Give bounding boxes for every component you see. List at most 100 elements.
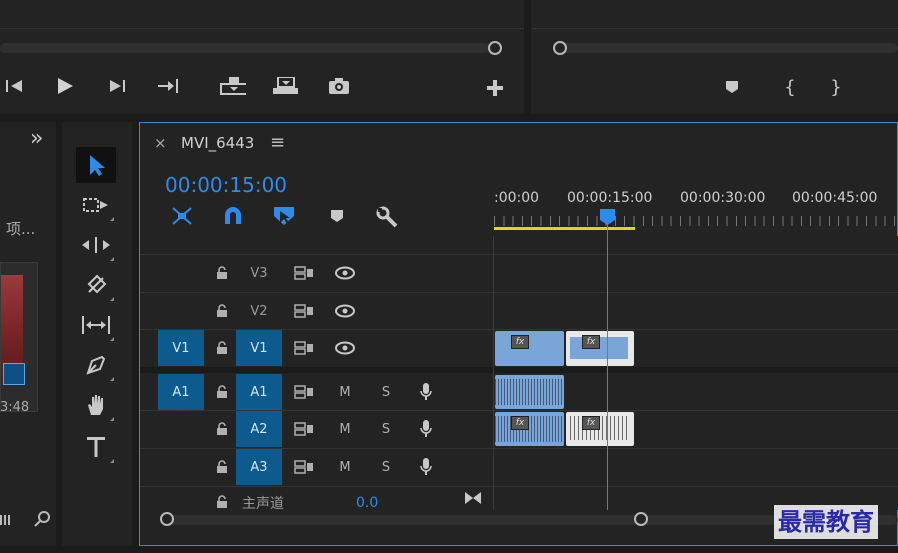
lock-icon[interactable]	[210, 487, 234, 509]
microphone-icon[interactable]	[414, 449, 438, 485]
track-header-master: 主声道 0.0	[140, 487, 494, 509]
eye-icon[interactable]	[333, 255, 357, 291]
add-marker-icon[interactable]	[330, 209, 344, 223]
sync-lock-icon[interactable]	[292, 330, 316, 366]
sequence-badge-icon	[3, 363, 25, 385]
video-clip[interactable]: fx	[495, 331, 564, 366]
playhead-handle[interactable]	[599, 208, 616, 226]
collapse-panel-button[interactable]: »	[30, 128, 43, 150]
lock-icon[interactable]	[210, 330, 234, 366]
source-monitor-panel	[0, 0, 524, 114]
go-to-out-icon[interactable]	[156, 75, 182, 97]
sync-lock-icon[interactable]	[292, 411, 316, 447]
audio-clip[interactable]: fx	[495, 412, 564, 446]
source-scrub-bar[interactable]	[0, 43, 490, 53]
type-tool-icon[interactable]	[76, 429, 116, 465]
search-icon[interactable]	[34, 510, 52, 528]
lock-icon[interactable]	[210, 293, 234, 329]
master-volume-value[interactable]: 0.0	[356, 495, 378, 509]
program-scrub-bar[interactable]	[561, 43, 898, 53]
playhead-line	[607, 224, 608, 510]
sync-lock-icon[interactable]	[292, 449, 316, 485]
hand-tool-icon[interactable]	[76, 387, 116, 423]
mute-button[interactable]: M	[333, 449, 357, 485]
sequence-tab[interactable]: MVI_6443	[181, 134, 254, 152]
track-header-a1: A1 A1 M S	[140, 374, 494, 410]
program-ruler	[531, 28, 898, 39]
lock-icon[interactable]	[210, 449, 234, 485]
playhead-timecode[interactable]: 00:00:15:00	[165, 173, 287, 197]
fx-badge: fx	[511, 416, 529, 430]
sync-lock-icon[interactable]	[292, 293, 316, 329]
export-frame-icon[interactable]	[326, 75, 352, 97]
track-target-a2[interactable]: A2	[236, 411, 282, 447]
snap-icon[interactable]	[222, 206, 244, 226]
marker-icon[interactable]	[719, 76, 745, 98]
close-sequence-button[interactable]: ×	[154, 134, 167, 152]
time-ruler[interactable]: :00:00 00:00:15:00 00:00:30:00 00:00:45:…	[494, 180, 898, 230]
track-area	[494, 236, 898, 510]
audio-clip[interactable]	[495, 375, 564, 409]
source-patch-v1[interactable]: V1	[158, 330, 204, 366]
track-target-a3[interactable]: A3	[236, 449, 282, 485]
ruler-ticks	[494, 216, 898, 226]
panel-menu-icon[interactable]: ≡	[270, 132, 285, 153]
microphone-icon[interactable]	[414, 374, 438, 410]
track-target-a1[interactable]: A1	[236, 374, 282, 410]
eye-icon[interactable]	[333, 330, 357, 366]
add-button-icon[interactable]	[482, 77, 508, 99]
zoom-handle-left[interactable]	[160, 512, 174, 526]
zoom-handle-right[interactable]	[634, 512, 648, 526]
video-clip[interactable]: fx	[566, 331, 634, 366]
track-header-v2: V2	[140, 293, 494, 329]
track-select-tool[interactable]	[76, 187, 116, 223]
master-track-name: 主声道	[242, 496, 284, 509]
source-scrub-handle[interactable]	[488, 41, 502, 55]
lock-icon[interactable]	[210, 411, 234, 447]
solo-button[interactable]: S	[374, 411, 398, 447]
master-pan-icon[interactable]	[464, 491, 482, 505]
watermark-logo: 最需教育	[774, 505, 878, 539]
ripple-edit-tool[interactable]	[76, 227, 116, 263]
lock-icon[interactable]	[210, 374, 234, 410]
sync-lock-icon[interactable]	[292, 374, 316, 410]
clip-thumbnail[interactable]	[0, 262, 38, 412]
track-name[interactable]: V3	[236, 255, 282, 291]
linked-selection-icon[interactable]	[272, 205, 296, 227]
mark-in-icon[interactable]: {	[777, 76, 803, 98]
selection-tool[interactable]	[76, 147, 116, 183]
solo-button[interactable]: S	[374, 449, 398, 485]
fx-badge: fx	[582, 416, 600, 430]
list-view-icon[interactable]	[0, 512, 12, 526]
step-back-icon[interactable]	[2, 75, 28, 97]
mute-button[interactable]: M	[333, 374, 357, 410]
razor-tool-icon[interactable]	[76, 267, 116, 303]
microphone-icon[interactable]	[414, 411, 438, 447]
track-target-v1[interactable]: V1	[236, 330, 282, 366]
slip-tool-icon[interactable]	[76, 307, 116, 343]
audio-clip[interactable]: fx	[566, 412, 634, 446]
nest-icon[interactable]	[170, 205, 194, 227]
eye-icon[interactable]	[333, 293, 357, 329]
pen-tool-icon[interactable]	[76, 347, 116, 383]
timeline-settings-icon[interactable]	[376, 206, 398, 228]
audio-waveform	[495, 416, 564, 442]
solo-button[interactable]: S	[374, 374, 398, 410]
program-scrub-handle[interactable]	[553, 41, 567, 55]
overwrite-icon[interactable]	[272, 75, 298, 97]
source-patch-a1[interactable]: A1	[158, 374, 204, 410]
lock-icon[interactable]	[210, 255, 234, 291]
ruler-label: 00:00:15:00	[567, 190, 653, 206]
work-area-bar[interactable]	[494, 227, 635, 230]
program-monitor-panel: { }	[531, 0, 898, 114]
project-item-label: 项...	[6, 220, 36, 238]
track-name[interactable]: V2	[236, 293, 282, 329]
mute-button[interactable]: M	[333, 411, 357, 447]
clip-duration: 3:48	[0, 400, 30, 415]
insert-icon[interactable]	[220, 75, 246, 97]
sync-lock-icon[interactable]	[292, 255, 316, 291]
audio-waveform	[570, 416, 630, 440]
step-forward-icon[interactable]	[104, 75, 130, 97]
play-icon[interactable]	[52, 75, 78, 97]
mark-out-icon[interactable]: }	[823, 76, 849, 98]
